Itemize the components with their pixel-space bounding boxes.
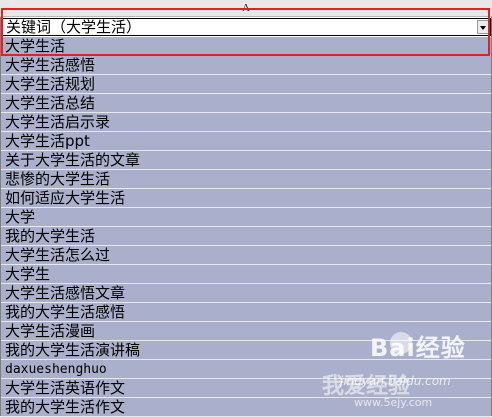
list-item[interactable]: 我的大学生活: [1, 227, 491, 246]
list-item[interactable]: 大学生活漫画: [1, 322, 491, 341]
list-item[interactable]: 大学生活怎么过: [1, 246, 491, 265]
dropdown-value: 关键词（大学生活）: [6, 18, 142, 36]
list-item[interactable]: 大学生活感悟: [1, 56, 491, 75]
list-item[interactable]: 如何适应大学生活: [1, 189, 491, 208]
column-header[interactable]: A: [0, 0, 492, 17]
list-item[interactable]: daxueshenghuo: [1, 360, 491, 379]
keyword-dropdown[interactable]: 关键词（大学生活）: [1, 18, 491, 36]
list-item[interactable]: 关于大学生活的文章: [1, 151, 491, 170]
list-item[interactable]: 我的大学生活作文: [1, 398, 491, 417]
list-item[interactable]: 大学生活ppt: [1, 132, 491, 151]
list-item[interactable]: 大学生活: [1, 37, 491, 56]
list-item[interactable]: 大学生活规划: [1, 75, 491, 94]
list-item[interactable]: 大学: [1, 208, 491, 227]
suggestion-list: 大学生活 大学生活感悟 大学生活规划 大学生活总结 大学生活启示录 大学生活pp…: [1, 37, 491, 417]
list-item[interactable]: 我的大学生活感悟: [1, 303, 491, 322]
list-item[interactable]: 大学生活英语作文: [1, 379, 491, 398]
list-item[interactable]: 悲惨的大学生活: [1, 170, 491, 189]
chevron-down-icon[interactable]: [477, 20, 489, 34]
list-item[interactable]: 大学生活启示录: [1, 113, 491, 132]
list-item[interactable]: 大学生活总结: [1, 94, 491, 113]
list-item[interactable]: 大学生: [1, 265, 491, 284]
spreadsheet-area: 关键词（大学生活） 大学生活 大学生活感悟 大学生活规划 大学生活总结 大学生活…: [0, 17, 492, 417]
list-item[interactable]: 大学生活感悟文章: [1, 284, 491, 303]
list-item[interactable]: 我的大学生活演讲稿: [1, 341, 491, 360]
column-letter: A: [242, 2, 250, 14]
